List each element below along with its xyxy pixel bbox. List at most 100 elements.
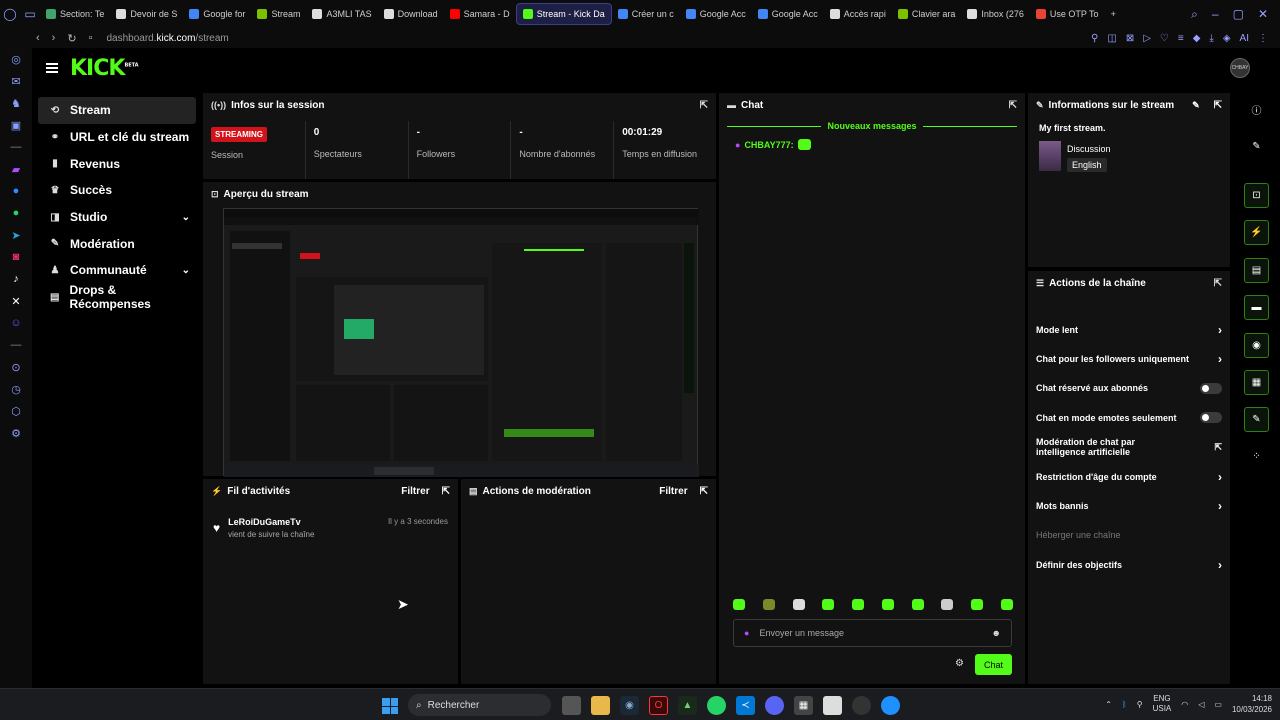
acer-icon[interactable]: ▲ — [678, 696, 697, 715]
task-view-icon[interactable] — [562, 696, 581, 715]
back-icon[interactable]: ‹ — [36, 32, 40, 45]
download-icon[interactable]: ⤓ — [1209, 33, 1213, 44]
discord-icon[interactable] — [765, 696, 784, 715]
music-icon[interactable]: ▣ — [0, 114, 32, 136]
messenger-icon[interactable]: ● — [0, 180, 32, 202]
emote-icon[interactable] — [1000, 599, 1013, 610]
opera-icon[interactable]: O — [649, 696, 668, 715]
nav-item[interactable]: ♟ Communauté ⌄ — [38, 257, 196, 284]
filter-button[interactable]: Filtrer — [659, 486, 687, 497]
volume-icon[interactable]: ◁ — [1198, 700, 1204, 709]
chevron-down-icon[interactable]: ⌄ — [182, 212, 190, 223]
nav-item[interactable]: ⟲ Stream — [38, 97, 196, 124]
chevron-up-icon[interactable]: ⌃ — [1105, 700, 1112, 709]
channel-action[interactable]: Chat pour les followers uniquement › — [1028, 344, 1230, 373]
channel-action[interactable]: Chat réservé aux abonnés — [1028, 374, 1230, 403]
history-icon[interactable]: ◷ — [0, 378, 32, 400]
menu-toggle-icon[interactable] — [46, 63, 58, 73]
folder-icon[interactable] — [591, 696, 610, 715]
browser-tab[interactable]: Créer un c — [612, 3, 680, 25]
language-indicator[interactable]: ENG USIA — [1153, 694, 1172, 714]
filter-button[interactable]: Filtrer — [401, 486, 429, 497]
chat-icon[interactable]: ✉ — [0, 70, 32, 92]
wrench-icon[interactable]: ✎ — [1244, 407, 1269, 432]
popout-icon[interactable]: ⇱ — [1009, 100, 1017, 111]
chat-bubble-icon[interactable]: ▬ — [1244, 295, 1269, 320]
wallet-icon[interactable]: ◆ — [1193, 33, 1201, 44]
emote-icon[interactable] — [971, 599, 984, 610]
browser-tab[interactable]: Download — [378, 3, 444, 25]
info-icon[interactable]: ⓘ — [1244, 97, 1269, 122]
nav-item[interactable]: ▤ Drops & Récompenses — [38, 283, 196, 311]
vscode-icon[interactable]: ≺ — [736, 696, 755, 715]
emote-icon[interactable] — [733, 599, 745, 610]
chip-icon[interactable]: ▦ — [794, 696, 813, 715]
x-icon[interactable]: ✕ — [0, 290, 32, 312]
menu-icon[interactable]: ⋮ — [1258, 33, 1268, 44]
browser-tab[interactable]: Stream - Kick Da — [515, 3, 612, 25]
heart-icon[interactable]: ♡ — [1160, 33, 1169, 44]
chrome-icon[interactable] — [852, 696, 871, 715]
browser-tab[interactable]: Use OTP To — [1030, 3, 1105, 25]
chess-icon[interactable]: ♞ — [0, 92, 32, 114]
new-tab-icon[interactable]: + — [1105, 3, 1122, 25]
popout-icon[interactable]: ⇱ — [442, 486, 450, 497]
toggle-switch[interactable] — [1200, 382, 1222, 394]
channel-action[interactable]: Définir des objectifs › — [1028, 550, 1230, 579]
channel-action[interactable]: Mots bannis › — [1028, 491, 1230, 520]
avatar[interactable]: CHBAY — [1230, 58, 1250, 78]
whatsapp-icon[interactable]: ● — [0, 202, 32, 224]
cube-icon[interactable]: ◈ — [1223, 33, 1231, 44]
player-icon[interactable]: ⊙ — [0, 356, 32, 378]
browser-tab[interactable]: A3MLI TAS — [306, 3, 377, 25]
app-icon[interactable] — [881, 696, 900, 715]
browser-tab[interactable]: Clavier ara — [892, 3, 962, 25]
battery-icon[interactable]: ▭ — [1214, 700, 1222, 709]
activity-item[interactable]: ♥ LeRoiDuGameTv vient de suivre la chaîne I… — [203, 511, 458, 545]
nav-item[interactable]: ⚭ URL et clé du stream — [38, 124, 196, 151]
nav-item[interactable]: ▮ Revenus — [38, 150, 196, 177]
box-icon[interactable]: ⊠ — [1126, 33, 1134, 44]
emote-icon[interactable] — [941, 599, 954, 610]
kick-logo[interactable]: KICKBETA — [70, 56, 139, 81]
emoji-icon[interactable]: ☻ — [992, 628, 1001, 638]
channel-action[interactable]: Mode lent › — [1028, 315, 1230, 344]
browser-tab[interactable]: Google Acc — [680, 3, 752, 25]
browser-profile-icon[interactable]: ◯ — [0, 0, 20, 28]
popout-icon[interactable]: ⇱ — [1214, 278, 1222, 289]
widgets-icon[interactable]: ⁘ — [1244, 444, 1269, 469]
channel-action[interactable]: Chat en mode emotes seulement — [1028, 403, 1230, 432]
reload-icon[interactable]: ↻ — [67, 32, 76, 45]
browser-tab[interactable]: Devoir de S — [110, 3, 183, 25]
bluetooth-icon[interactable]: ᛒ — [1122, 700, 1127, 709]
focus-icon[interactable]: ⊡ — [1244, 183, 1269, 208]
ai-button[interactable]: AI — [1240, 33, 1249, 44]
telegram-icon[interactable]: ➤ — [0, 224, 32, 246]
store-icon[interactable] — [823, 696, 842, 715]
chat-input[interactable]: ● Envoyer un message ☻ — [733, 619, 1012, 647]
discord-icon[interactable]: ☺ — [0, 312, 32, 334]
nav-item[interactable]: ◨ Studio ⌄ — [38, 204, 196, 231]
nav-item[interactable]: ♛ Succès — [38, 177, 196, 204]
windows-start-icon[interactable] — [382, 698, 398, 714]
browser-tab[interactable]: Section: Te — [40, 3, 110, 25]
new-messages-divider[interactable]: Nouveaux messages — [727, 121, 1018, 131]
emote-icon[interactable] — [822, 599, 835, 610]
tab-groups-icon[interactable]: ▭ — [20, 0, 40, 28]
popout-icon[interactable]: ⇱ — [700, 486, 708, 497]
emote-icon[interactable] — [911, 599, 924, 610]
wifi-icon[interactable]: ◠ — [1181, 700, 1188, 709]
category-name[interactable]: Discussion — [1067, 144, 1111, 154]
steam-icon[interactable]: ◉ — [620, 696, 639, 715]
gear-icon[interactable]: ⚙ — [955, 658, 964, 669]
twitch-icon[interactable]: ▰ — [0, 158, 32, 180]
whatsapp-icon[interactable] — [707, 696, 726, 715]
minimize-icon[interactable]: – — [1212, 7, 1219, 22]
cube-icon[interactable]: ⬡ — [0, 400, 32, 422]
play-icon[interactable]: ▷ — [1143, 33, 1151, 44]
aria-icon[interactable]: ◎ — [0, 48, 32, 70]
browser-tab[interactable]: Inbox (276 — [961, 3, 1030, 25]
popout-icon[interactable]: ⇱ — [1214, 100, 1222, 111]
layout-icon[interactable]: ▦ — [1244, 370, 1269, 395]
taskbar-search[interactable]: ⌕ Rechercher — [408, 694, 551, 716]
